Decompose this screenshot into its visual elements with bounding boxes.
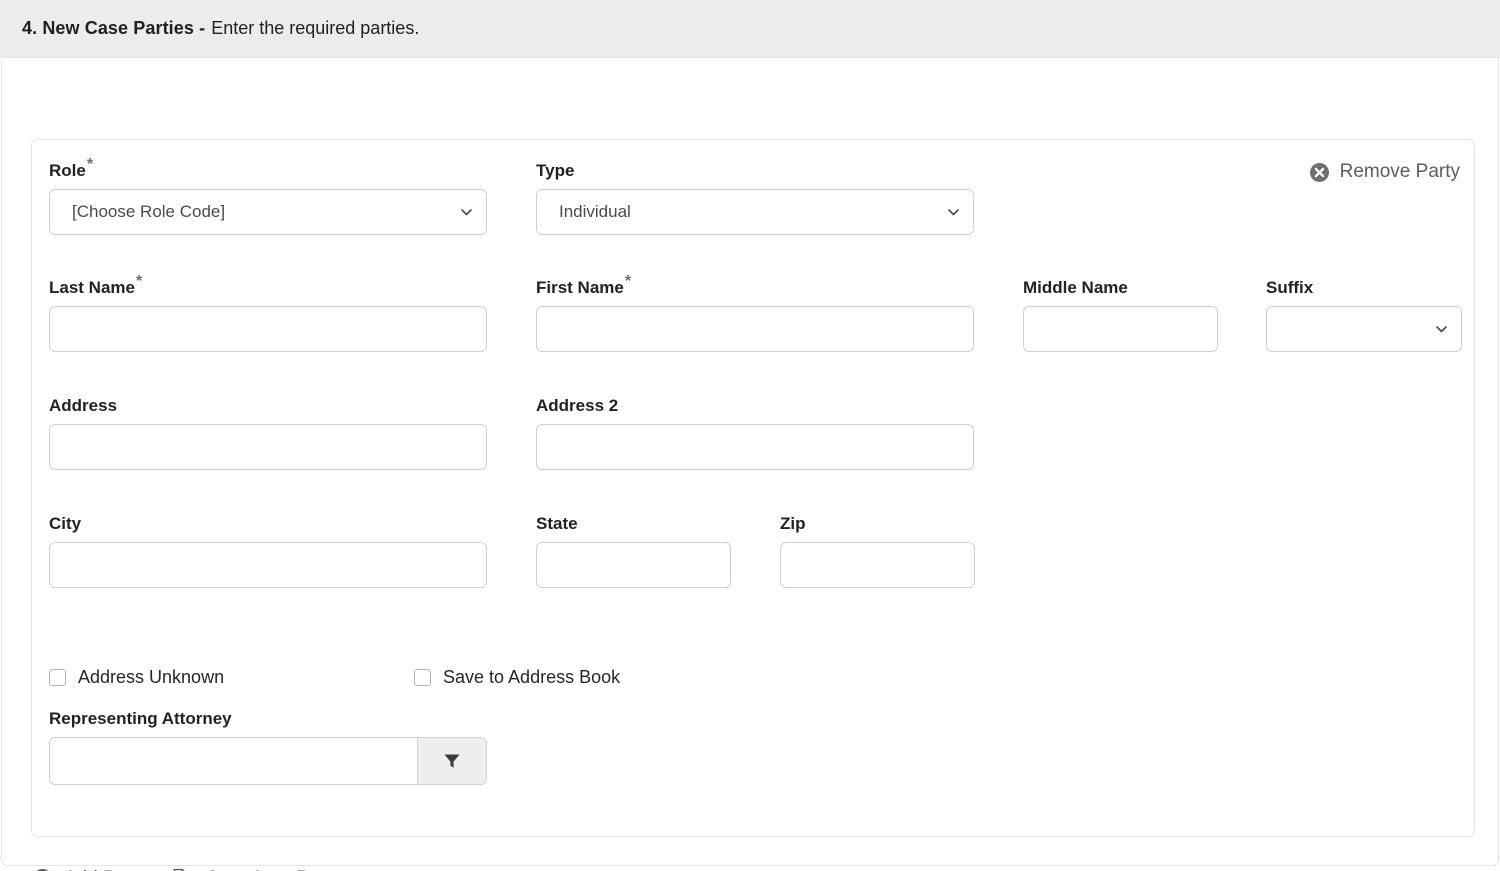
section-number-title: 4. New Case Parties - bbox=[22, 18, 206, 38]
attorney-filter-button[interactable] bbox=[417, 738, 486, 784]
last-name-input[interactable] bbox=[49, 306, 487, 352]
suffix-label: Suffix bbox=[1266, 278, 1314, 297]
copy-last-party-label: Copy Last Party bbox=[205, 868, 340, 871]
field-last-name: Last Name* bbox=[49, 273, 487, 352]
representing-attorney-control bbox=[49, 737, 487, 785]
representing-attorney-label: Representing Attorney bbox=[49, 709, 232, 728]
middle-name-label: Middle Name bbox=[1023, 278, 1128, 297]
state-label: State bbox=[536, 514, 578, 533]
section-description: Enter the required parties. bbox=[211, 18, 420, 38]
representing-attorney-input[interactable] bbox=[50, 738, 417, 784]
first-name-label: First Name* bbox=[536, 273, 632, 297]
middle-name-input[interactable] bbox=[1023, 306, 1218, 352]
zip-input[interactable] bbox=[780, 542, 975, 588]
field-representing-attorney: Representing Attorney bbox=[49, 709, 487, 785]
checkbox-address-unknown[interactable]: Address Unknown bbox=[49, 667, 224, 688]
city-input[interactable] bbox=[49, 542, 487, 588]
field-address: Address bbox=[49, 396, 487, 470]
checkbox-box[interactable] bbox=[49, 669, 66, 686]
close-circle-icon bbox=[1309, 162, 1330, 183]
copy-last-party-button[interactable]: Copy Last Party bbox=[171, 867, 341, 871]
add-party-label: Add Party bbox=[64, 868, 147, 871]
field-city: City bbox=[49, 514, 487, 588]
field-middle-name: Middle Name bbox=[1023, 278, 1218, 352]
field-address2: Address 2 bbox=[536, 396, 974, 470]
address-input[interactable] bbox=[49, 424, 487, 470]
address-options-row: Address Unknown Save to Address Book bbox=[49, 667, 1049, 691]
required-marker: * bbox=[135, 273, 143, 291]
type-label: Type bbox=[536, 161, 575, 180]
field-state: State bbox=[536, 514, 731, 588]
role-select[interactable]: [Choose Role Code] bbox=[49, 189, 487, 235]
type-select[interactable]: Individual bbox=[536, 189, 974, 235]
city-label: City bbox=[49, 514, 82, 533]
add-party-button[interactable]: Add Party bbox=[32, 868, 147, 871]
checkbox-label: Save to Address Book bbox=[443, 667, 621, 687]
role-label: Role* bbox=[49, 156, 94, 180]
address2-input[interactable] bbox=[536, 424, 974, 470]
checkbox-box[interactable] bbox=[414, 669, 431, 686]
required-marker: * bbox=[86, 156, 94, 174]
party-card: Remove Party Role* [Choose Role Code] Ty… bbox=[31, 139, 1475, 837]
filter-icon bbox=[441, 750, 463, 772]
field-first-name: First Name* bbox=[536, 273, 974, 352]
address-label: Address bbox=[49, 396, 118, 415]
field-type: Type Individual bbox=[536, 161, 974, 235]
required-marker: * bbox=[624, 273, 632, 291]
checkbox-save-to-address-book[interactable]: Save to Address Book bbox=[414, 667, 620, 688]
last-name-label: Last Name* bbox=[49, 273, 143, 297]
parties-panel: Remove Party Role* [Choose Role Code] Ty… bbox=[1, 58, 1499, 871]
checkbox-label: Address Unknown bbox=[78, 667, 225, 687]
copy-icon bbox=[171, 867, 194, 871]
state-input[interactable] bbox=[536, 542, 731, 588]
remove-party-label: Remove Party bbox=[1339, 161, 1460, 182]
new-case-parties-page: 4. New Case Parties - Enter the required… bbox=[0, 0, 1500, 871]
field-role: Role* [Choose Role Code] bbox=[49, 156, 487, 235]
zip-label: Zip bbox=[780, 514, 806, 533]
party-actions: Add Party Copy Last Party bbox=[32, 867, 341, 871]
suffix-select[interactable] bbox=[1266, 306, 1462, 352]
address2-label: Address 2 bbox=[536, 396, 619, 415]
section-header: 4. New Case Parties - Enter the required… bbox=[0, 0, 1500, 58]
field-suffix: Suffix bbox=[1266, 278, 1462, 352]
field-zip: Zip bbox=[780, 514, 975, 588]
first-name-input[interactable] bbox=[536, 306, 974, 352]
remove-party-button[interactable]: Remove Party bbox=[1309, 161, 1460, 183]
